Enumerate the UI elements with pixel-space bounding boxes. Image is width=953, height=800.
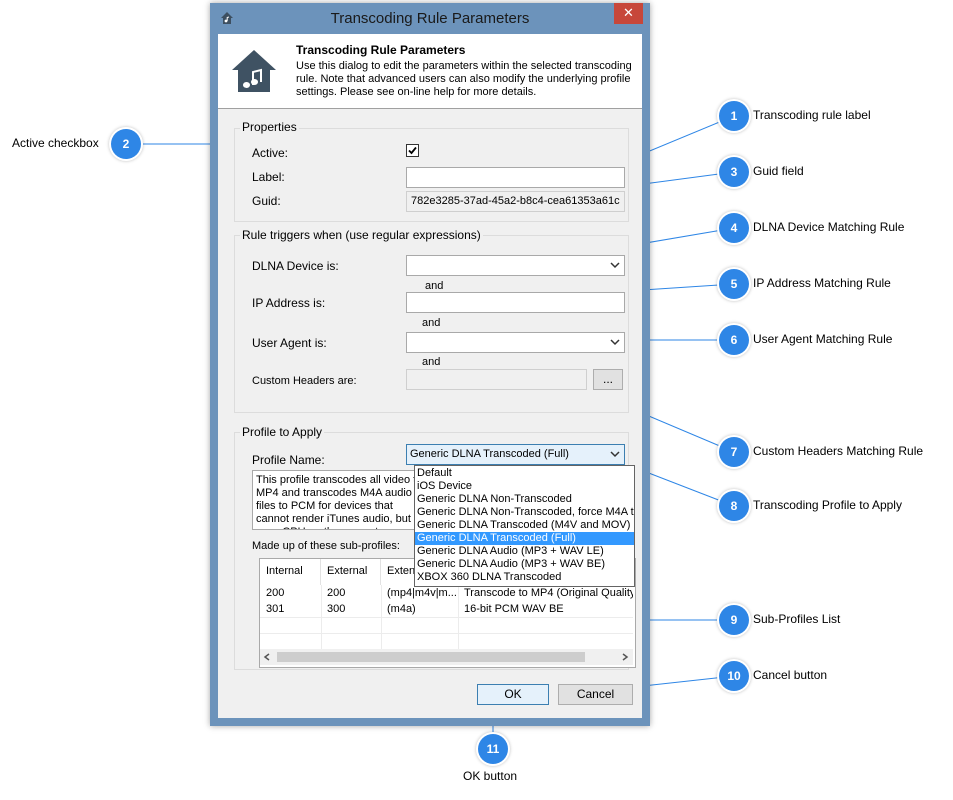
callout-label: Guid field (753, 164, 804, 178)
table-cell: 16-bit PCM WAV BE (464, 603, 564, 615)
home-music-icon (232, 50, 276, 92)
scrollbar-thumb[interactable] (277, 652, 585, 662)
callout-badge: 3 (719, 157, 749, 187)
header-banner: Transcoding Rule Parameters Use this dia… (218, 34, 642, 109)
custom-headers-field (406, 369, 587, 390)
cancel-button[interactable]: Cancel (558, 684, 633, 705)
callout-badge: 5 (719, 269, 749, 299)
subprofiles-label: Made up of these sub-profiles: (252, 540, 400, 552)
callout-label: Transcoding Profile to Apply (753, 498, 902, 512)
label-field-label: Label: (252, 170, 285, 184)
callout-label: Active checkbox (12, 136, 99, 150)
dropdown-option[interactable]: iOS Device (415, 480, 634, 493)
rule-triggers-legend: Rule triggers when (use regular expressi… (240, 228, 483, 242)
window-title: Transcoding Rule Parameters (330, 10, 530, 27)
table-cell: 200 (327, 587, 346, 599)
table-cell: 300 (327, 603, 346, 615)
dropdown-option[interactable]: Generic DLNA Non-Transcoded (415, 493, 634, 506)
dropdown-option[interactable]: Default (415, 467, 634, 480)
transcoding-rule-dialog: Transcoding Rule Parameters ✕ Transcodin… (210, 3, 650, 726)
close-button[interactable]: ✕ (614, 3, 643, 24)
profile-description: This profile transcodes all video to MP4… (256, 474, 422, 529)
ok-button[interactable]: OK (477, 684, 549, 705)
callout-badge: 8 (719, 491, 749, 521)
dropdown-option[interactable]: XBOX 360 DLNA Transcoded (415, 571, 634, 584)
custom-headers-browse-button[interactable]: ... (593, 369, 623, 390)
callout-label: User Agent Matching Rule (753, 332, 893, 346)
callout-badge: 11 (478, 734, 508, 764)
callout-label: Transcoding rule label (753, 108, 871, 122)
callout-badge: 1 (719, 101, 749, 131)
table-row[interactable]: 301 300 (m4a) 16-bit PCM WAV BE (260, 601, 633, 617)
table-cell: (m4a) (387, 603, 416, 615)
user-agent-combo[interactable] (406, 332, 625, 353)
profile-name-combo[interactable]: Generic DLNA Transcoded (Full) (406, 444, 625, 465)
and-text: and (422, 356, 441, 368)
custom-headers-label: Custom Headers are: (252, 375, 357, 387)
title-bar[interactable]: Transcoding Rule Parameters ✕ (210, 3, 650, 34)
label-input[interactable] (406, 167, 625, 188)
callout-badge: 2 (111, 129, 141, 159)
table-row[interactable]: 200 200 (mp4|m4v|m... Transcode to MP4 (… (260, 585, 633, 601)
ip-address-input[interactable] (406, 292, 625, 313)
active-checkbox[interactable] (406, 144, 419, 157)
chevron-right-icon[interactable] (621, 653, 629, 661)
callout-badge: 7 (719, 437, 749, 467)
dropdown-option[interactable]: Generic DLNA Audio (MP3 + WAV BE) (415, 558, 634, 571)
header-title: Transcoding Rule Parameters (296, 43, 466, 57)
checkmark-icon (408, 146, 417, 155)
chevron-down-icon (610, 262, 620, 269)
column-header[interactable]: External (321, 559, 381, 585)
callout-badge: 4 (719, 213, 749, 243)
close-icon: ✕ (623, 5, 634, 20)
dropdown-option[interactable]: Generic DLNA Transcoded (M4V and MOV) (415, 519, 634, 532)
dlna-device-label: DLNA Device is: (252, 259, 339, 273)
column-header[interactable]: Internal (260, 559, 321, 585)
chevron-down-icon (610, 451, 620, 458)
callout-label: Custom Headers Matching Rule (753, 444, 924, 458)
and-text: and (422, 317, 441, 329)
header-description: Use this dialog to edit the parameters w… (296, 60, 632, 98)
guid-field: 782e3285-37ad-45a2-b8c4-cea61353a61c (406, 191, 625, 212)
profile-legend: Profile to Apply (240, 425, 325, 439)
profile-name-value: Generic DLNA Transcoded (Full) (410, 448, 569, 460)
dialog-body: Transcoding Rule Parameters Use this dia… (218, 34, 642, 718)
dropdown-option[interactable]: Generic DLNA Non-Transcoded, force M4A t… (415, 506, 634, 519)
dropdown-option-selected[interactable]: Generic DLNA Transcoded (Full) (415, 532, 634, 545)
guid-label: Guid: (252, 194, 281, 208)
callout-badge: 10 (719, 661, 749, 691)
profile-dropdown-list[interactable]: Default iOS Device Generic DLNA Non-Tran… (414, 465, 635, 587)
horizontal-scrollbar[interactable] (260, 649, 633, 665)
table-cell: 200 (266, 587, 285, 599)
ip-address-label: IP Address is: (252, 296, 326, 310)
active-label: Active: (252, 146, 289, 160)
callout-badge: 6 (719, 325, 749, 355)
callout-label: OK button (463, 769, 518, 783)
dropdown-option[interactable]: Generic DLNA Audio (MP3 + WAV LE) (415, 545, 634, 558)
properties-legend: Properties (240, 120, 299, 134)
callout-label: DLNA Device Matching Rule (753, 220, 905, 234)
callout-label: Cancel button (753, 668, 828, 682)
callout-label: Sub-Profiles List (753, 612, 841, 626)
callout-badge: 9 (719, 605, 749, 635)
table-cell: Transcode to MP4 (Original Quality) (464, 587, 633, 599)
table-cell: 301 (266, 603, 285, 615)
profile-name-label: Profile Name: (252, 453, 325, 467)
table-cell: (mp4|m4v|m... (387, 587, 457, 599)
chevron-left-icon[interactable] (263, 653, 271, 661)
dlna-device-combo[interactable] (406, 255, 625, 276)
chevron-down-icon (610, 339, 620, 346)
and-text: and (425, 280, 444, 292)
user-agent-label: User Agent is: (252, 336, 327, 350)
callout-label: IP Address Matching Rule (753, 276, 891, 290)
